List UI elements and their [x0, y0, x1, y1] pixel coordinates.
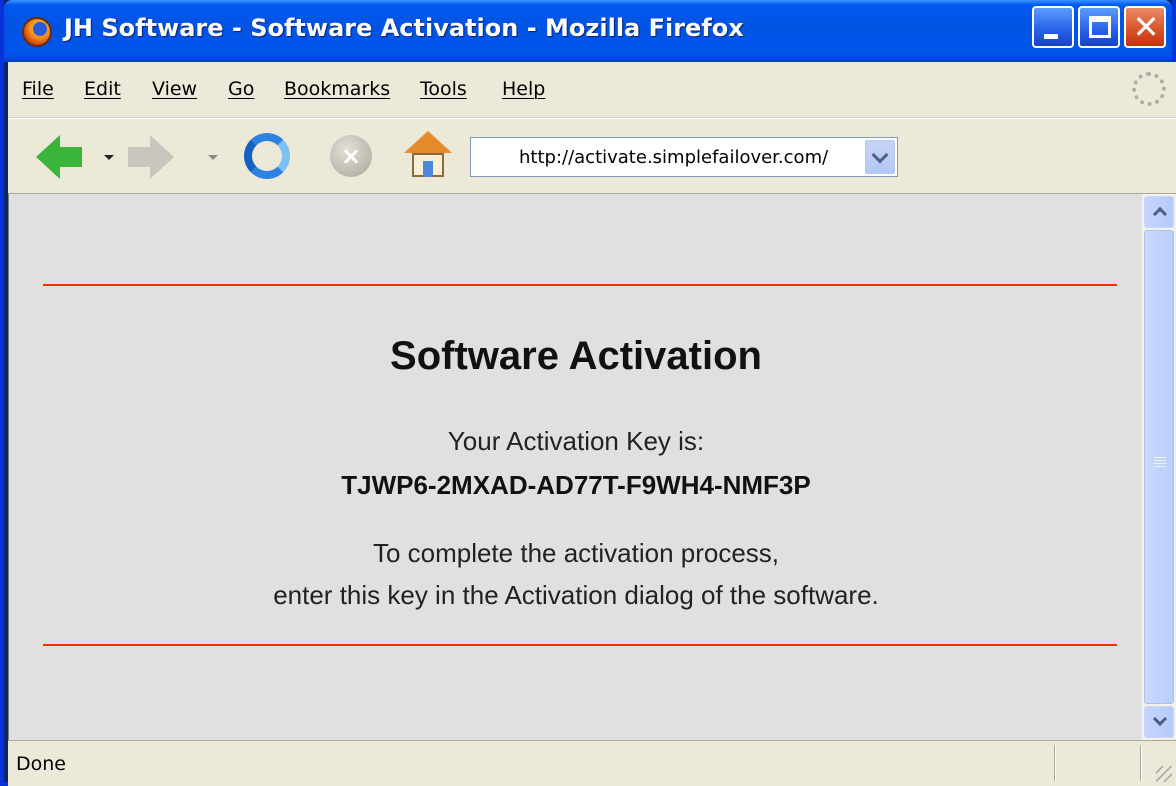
page-title: Software Activation	[390, 334, 762, 378]
instructions-line-1: To complete the activation process,	[372, 538, 780, 568]
navigation-toolbar: × http://activate.simplefailover.com/	[8, 118, 1176, 194]
page-content: Software Activation Your Activation Key …	[8, 194, 1142, 740]
back-history-dropdown-icon[interactable]	[104, 155, 114, 160]
instructions-line-2: enter this key in the Activation dialog …	[273, 580, 879, 610]
address-dropdown-button[interactable]	[865, 140, 895, 174]
menu-bar: File Edit View Go Bookmarks Tools Help	[8, 62, 1176, 118]
address-text: http://activate.simplefailover.com/	[519, 147, 829, 168]
maximize-button[interactable]	[1078, 6, 1120, 48]
window-title: JH Software - Software Activation - Mozi…	[64, 14, 744, 42]
status-text: Done	[16, 753, 66, 775]
close-icon: ✕	[1132, 8, 1160, 46]
throbber-icon	[1132, 72, 1166, 106]
address-bar[interactable]: http://activate.simplefailover.com/	[470, 137, 898, 177]
vertical-scrollbar[interactable]	[1142, 194, 1176, 740]
resize-grip-icon[interactable]	[1156, 766, 1172, 782]
back-arrow-icon[interactable]	[36, 135, 82, 179]
menu-help[interactable]: Help	[502, 78, 545, 100]
top-divider	[43, 284, 1117, 286]
status-divider	[1054, 745, 1056, 781]
chevron-up-icon	[1152, 206, 1168, 222]
status-bar: Done	[8, 740, 1176, 786]
grip-icon	[1154, 457, 1166, 458]
firefox-logo-icon	[22, 17, 52, 47]
menu-tools[interactable]: Tools	[420, 78, 467, 100]
menu-bookmarks[interactable]: Bookmarks	[284, 78, 390, 100]
scroll-down-button[interactable]	[1144, 706, 1174, 738]
forward-arrow-icon[interactable]	[128, 135, 174, 179]
activation-key-value: TJWP6-2MXAD-AD77T-F9WH4-NMF3P	[341, 470, 811, 500]
minimize-button[interactable]	[1032, 6, 1074, 48]
menu-go[interactable]: Go	[228, 78, 254, 100]
scrollbar-thumb[interactable]	[1144, 230, 1174, 704]
status-divider	[1140, 745, 1142, 781]
forward-history-dropdown-icon[interactable]	[208, 155, 218, 160]
chevron-down-icon	[1152, 711, 1168, 727]
maximize-icon	[1089, 16, 1111, 38]
reload-icon[interactable]	[244, 133, 290, 179]
chevron-down-icon	[871, 146, 889, 164]
bottom-divider	[43, 644, 1117, 646]
menu-file[interactable]: File	[22, 78, 54, 100]
menu-view[interactable]: View	[152, 78, 197, 100]
home-icon[interactable]	[404, 131, 452, 179]
menu-edit[interactable]: Edit	[84, 78, 121, 100]
stop-icon[interactable]: ×	[330, 135, 372, 177]
activation-key-label: Your Activation Key is:	[447, 426, 705, 456]
minimize-icon	[1044, 34, 1058, 39]
close-button[interactable]: ✕	[1124, 6, 1166, 48]
title-bar: JH Software - Software Activation - Mozi…	[4, 0, 1172, 62]
browser-window: JH Software - Software Activation - Mozi…	[0, 0, 1176, 786]
scroll-up-button[interactable]	[1144, 196, 1174, 228]
